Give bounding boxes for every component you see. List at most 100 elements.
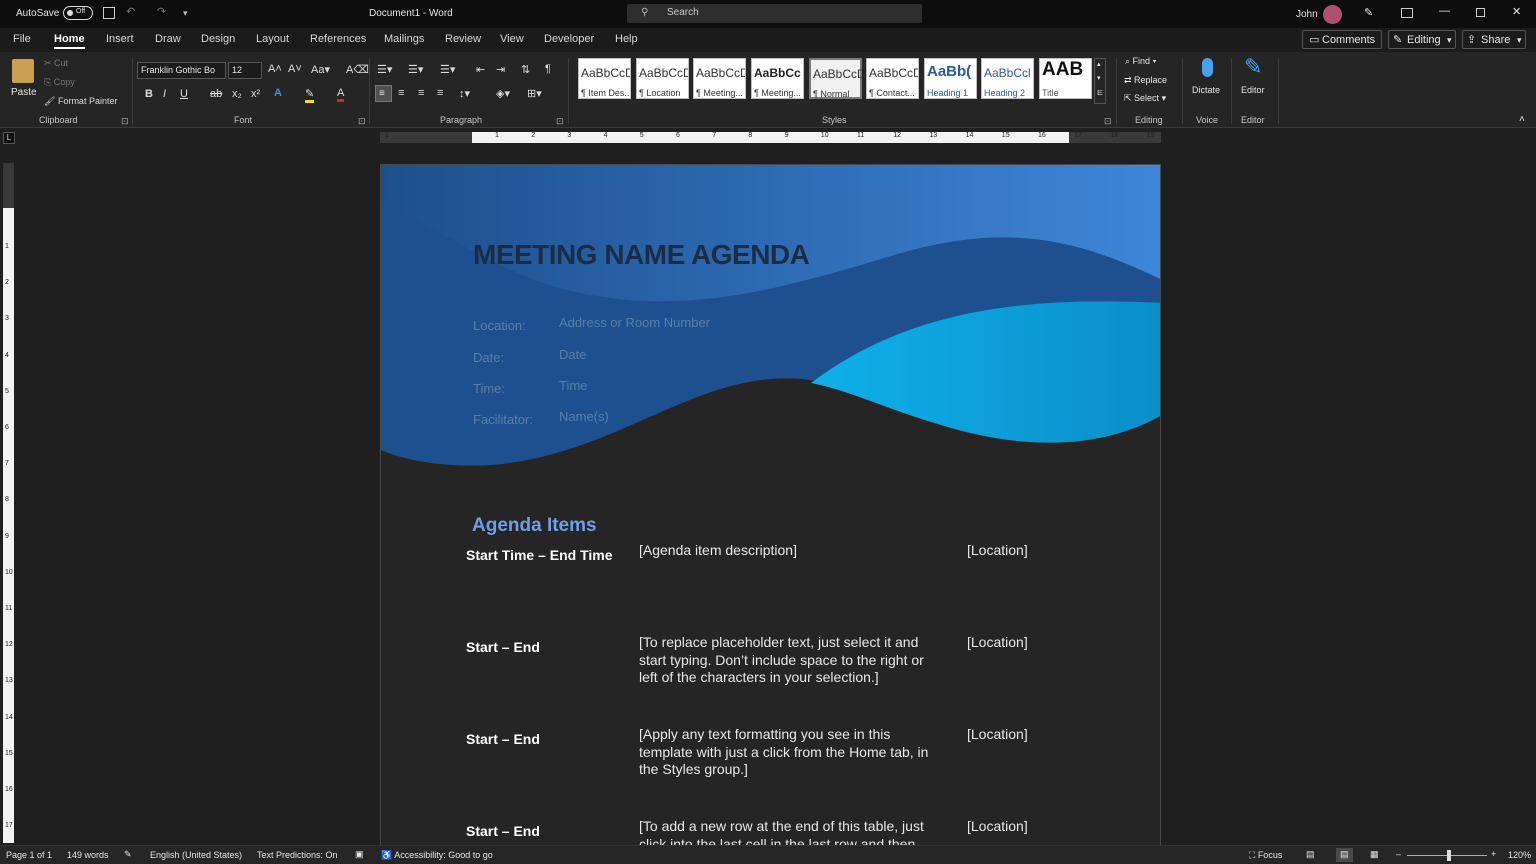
increase-indent-icon[interactable]: ⇥ bbox=[496, 63, 505, 76]
align-center-icon[interactable]: ≡ bbox=[398, 87, 404, 99]
language-indicator[interactable]: English (United States) bbox=[150, 850, 242, 860]
search-box[interactable]: ⚲ Search bbox=[627, 4, 922, 23]
dictate-button[interactable]: Dictate bbox=[1190, 56, 1226, 108]
proofing-icon[interactable]: ✎ bbox=[124, 849, 132, 860]
document-page[interactable]: MEETING NAME AGENDA Location: Address or… bbox=[380, 164, 1161, 845]
tab-references[interactable]: References bbox=[310, 33, 366, 45]
font-color-icon[interactable]: A bbox=[337, 87, 345, 102]
underline-icon[interactable]: U bbox=[180, 88, 188, 100]
tab-home[interactable]: Home bbox=[54, 33, 85, 45]
change-case-icon[interactable]: Aa▾ bbox=[311, 63, 330, 76]
zoom-slider[interactable] bbox=[1407, 850, 1487, 861]
agenda-row-description[interactable]: [To replace placeholder text, just selec… bbox=[639, 634, 945, 687]
dialog-launcher-icon[interactable]: ⊡ bbox=[121, 116, 129, 127]
italic-icon[interactable]: I bbox=[163, 88, 166, 100]
decrease-indent-icon[interactable]: ⇤ bbox=[476, 63, 485, 76]
tab-help[interactable]: Help bbox=[615, 33, 638, 45]
tab-selector[interactable]: L bbox=[3, 132, 15, 144]
detail-value-date[interactable]: Date bbox=[559, 347, 586, 362]
tab-mailings[interactable]: Mailings bbox=[384, 33, 424, 45]
dialog-launcher-icon[interactable]: ⊡ bbox=[1104, 116, 1112, 127]
page-count[interactable]: Page 1 of 1 bbox=[6, 850, 52, 860]
detail-value-facilitator[interactable]: Name(s) bbox=[559, 409, 609, 424]
tab-layout[interactable]: Layout bbox=[256, 33, 289, 45]
bullets-icon[interactable]: ☰▾ bbox=[377, 63, 392, 76]
horizontal-ruler[interactable]: 1 1 2 3 4 5 6 7 8 9 10 11 12 13 14 15 16 17 18 19 20 bbox=[380, 132, 1191, 143]
style-item[interactable]: AaBbCcD ¶ Contact... bbox=[866, 58, 919, 99]
align-right-icon[interactable]: ≡ bbox=[418, 87, 424, 99]
tab-developer[interactable]: Developer bbox=[544, 33, 594, 45]
line-spacing-icon[interactable]: ↕▾ bbox=[459, 87, 470, 100]
clear-formatting-icon[interactable]: A⌫ bbox=[346, 63, 369, 76]
editing-mode-button[interactable]: ✎ Editing ▾ bbox=[1388, 30, 1456, 49]
tab-view[interactable]: View bbox=[500, 33, 524, 45]
tab-review[interactable]: Review bbox=[445, 33, 481, 45]
cut-button[interactable]: ✂ Cut bbox=[44, 58, 68, 69]
subscript-icon[interactable]: x₂ bbox=[232, 88, 242, 100]
save-icon[interactable] bbox=[103, 7, 115, 19]
agenda-heading[interactable]: Agenda Items bbox=[472, 515, 597, 537]
agenda-row-location[interactable]: [Location] bbox=[967, 818, 1028, 834]
comments-button[interactable]: ▭ Comments bbox=[1302, 30, 1382, 49]
text-effects-icon[interactable]: A bbox=[274, 87, 282, 99]
paste-button[interactable]: Paste bbox=[9, 57, 37, 105]
font-name-select[interactable]: Franklin Gothic Bo bbox=[137, 62, 226, 79]
word-count[interactable]: 149 words bbox=[67, 850, 109, 860]
collapse-ribbon-icon[interactable]: ˄ bbox=[1519, 114, 1525, 125]
grow-font-icon[interactable]: A˄ bbox=[268, 63, 282, 75]
bold-icon[interactable]: B bbox=[145, 88, 153, 100]
ribbon-display-icon[interactable] bbox=[1401, 8, 1413, 18]
customize-qat-icon[interactable]: ▾ bbox=[183, 8, 188, 19]
agenda-row-description[interactable]: [To add a new row at the end of this tab… bbox=[639, 818, 945, 845]
sort-icon[interactable]: ⇅ bbox=[521, 63, 530, 76]
styles-scroll[interactable]: ▴ ▾ ⋿ bbox=[1094, 58, 1106, 104]
justify-icon[interactable]: ≡ bbox=[437, 87, 443, 99]
detail-value-location[interactable]: Address or Room Number bbox=[559, 315, 710, 330]
zoom-slider-thumb[interactable] bbox=[1447, 850, 1451, 861]
style-item[interactable]: AaBbCcD ¶ Item Des... bbox=[578, 58, 631, 99]
numbering-icon[interactable]: ☰▾ bbox=[408, 63, 423, 76]
zoom-in-icon[interactable]: + bbox=[1491, 849, 1496, 859]
align-left-button[interactable]: ≡ bbox=[375, 85, 392, 102]
web-layout-icon[interactable]: ▦ bbox=[1370, 849, 1379, 860]
redo-icon[interactable]: ↷ bbox=[157, 5, 166, 18]
copy-button[interactable]: ⎘ Copy bbox=[44, 77, 75, 88]
borders-icon[interactable]: ⊞▾ bbox=[527, 87, 542, 100]
agenda-row-time[interactable]: Start – End bbox=[466, 823, 540, 839]
tab-design[interactable]: Design bbox=[201, 33, 235, 45]
user-name[interactable]: John bbox=[1296, 9, 1318, 20]
macro-icon[interactable]: ▣ bbox=[355, 849, 364, 860]
accessibility-status[interactable]: ♿ Accessibility: Good to go bbox=[381, 850, 493, 861]
tab-file[interactable]: File bbox=[13, 33, 31, 45]
agenda-row-time[interactable]: Start – End bbox=[466, 731, 540, 747]
detail-value-time[interactable]: Time bbox=[559, 378, 587, 393]
read-mode-icon[interactable]: ▤ bbox=[1306, 849, 1315, 860]
find-button[interactable]: ⌕ Find ▾ bbox=[1125, 56, 1156, 67]
vertical-ruler[interactable]: 1 2 3 4 5 6 7 8 9 10 11 12 13 14 15 16 17 bbox=[3, 163, 14, 843]
minimize-icon[interactable]: — bbox=[1439, 5, 1450, 17]
highlight-icon[interactable]: ✎ bbox=[305, 87, 315, 103]
agenda-row-description[interactable]: [Agenda item description] bbox=[639, 542, 945, 560]
format-painter-button[interactable]: 🖌 Format Painter bbox=[44, 96, 117, 107]
agenda-row-time[interactable]: Start Time – End Time bbox=[466, 547, 613, 563]
style-item[interactable]: AaBb(Heading 1 bbox=[924, 58, 977, 99]
focus-button[interactable]: ⛶ Focus bbox=[1249, 850, 1282, 861]
agenda-row-location[interactable]: [Location] bbox=[967, 634, 1028, 650]
tab-insert[interactable]: Insert bbox=[106, 33, 134, 45]
tab-draw[interactable]: Draw bbox=[155, 33, 181, 45]
style-item[interactable]: AaBbCcD ¶ Location bbox=[636, 58, 689, 99]
text-predictions[interactable]: Text Predictions: On bbox=[257, 850, 338, 860]
zoom-level[interactable]: 120% bbox=[1508, 850, 1531, 860]
agenda-row-location[interactable]: [Location] bbox=[967, 726, 1028, 742]
pen-icon[interactable]: ✎ bbox=[1364, 6, 1373, 19]
font-size-select[interactable]: 12 bbox=[228, 62, 262, 79]
editor-button[interactable]: ✎ Editor bbox=[1238, 54, 1274, 108]
style-item[interactable]: AaBbCcl Heading 2 bbox=[981, 58, 1034, 99]
undo-icon[interactable]: ↶ bbox=[126, 5, 135, 18]
agenda-row-location[interactable]: [Location] bbox=[967, 542, 1028, 558]
document-title[interactable]: MEETING NAME AGENDA bbox=[473, 239, 810, 271]
replace-button[interactable]: ⇄ Replace bbox=[1124, 75, 1167, 86]
agenda-row-description[interactable]: [Apply any text formatting you see in th… bbox=[639, 726, 945, 779]
style-item[interactable]: AaBbCc ¶ Meeting... bbox=[751, 58, 804, 99]
zoom-out-icon[interactable]: – bbox=[1396, 849, 1401, 859]
